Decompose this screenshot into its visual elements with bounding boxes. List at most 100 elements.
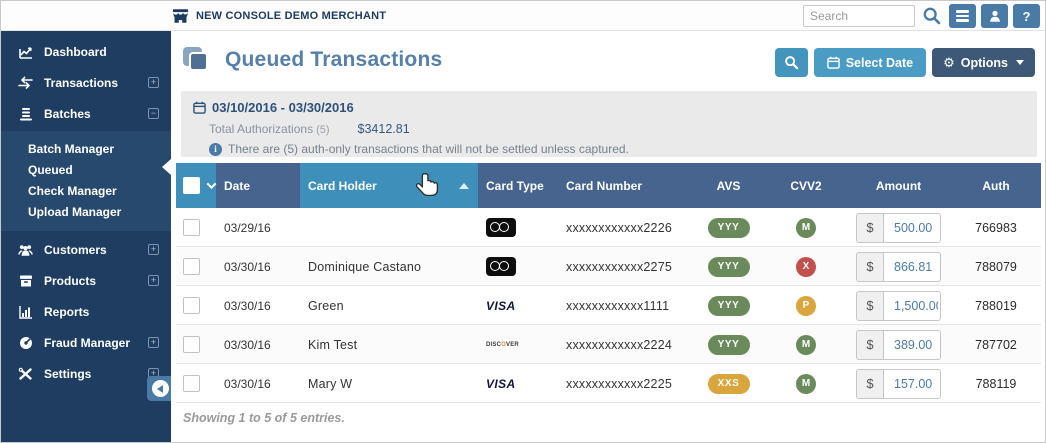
select-date-button[interactable]: Select Date	[813, 48, 927, 77]
user-icon	[988, 9, 1002, 23]
product-box-icon	[18, 274, 33, 288]
column-header-cvv2[interactable]: CVV2	[766, 163, 846, 208]
page-header: Queued Transactions Select Date ⚙ Option…	[183, 45, 1035, 79]
sidebar-item-check-manager[interactable]: Check Manager	[1, 180, 171, 201]
column-header-date[interactable]: Date	[216, 163, 300, 208]
currency-prefix: $	[856, 368, 883, 399]
total-authorizations-count: (5)	[316, 124, 330, 136]
card-type-logo: DISCOVER	[478, 325, 558, 364]
avs-badge: YYY	[707, 256, 750, 277]
merchant-brand: NEW CONSOLE DEMO MERCHANT	[172, 1, 386, 31]
storefront-icon	[172, 8, 189, 24]
app-window: NEW CONSOLE DEMO MERCHANT ?	[0, 0, 1046, 443]
sort-ascending-icon	[459, 183, 469, 189]
masked-card-number: xxxxxxxxxxxx2224	[566, 337, 673, 352]
expand-icon[interactable]: +	[148, 77, 159, 88]
top-right-controls: ?	[803, 4, 1040, 28]
sidebar: Dashboard Transactions + Batches − Batch…	[1, 31, 171, 442]
sidebar-item-label: Products	[44, 273, 97, 288]
column-header-avs[interactable]: AVS	[691, 163, 766, 208]
sidebar-item-queued[interactable]: Queued	[1, 159, 171, 180]
info-icon: i	[209, 142, 222, 156]
hamburger-icon	[956, 10, 969, 13]
row-checkbox[interactable]	[183, 297, 200, 314]
transaction-date: 03/30/16	[224, 298, 271, 313]
mastercard-logo	[486, 257, 516, 276]
help-button[interactable]: ?	[1013, 4, 1040, 28]
sidebar-item-settings[interactable]: Settings +	[1, 358, 171, 389]
gear-icon: ⚙	[943, 54, 955, 70]
masked-card-number: xxxxxxxxxxxx2225	[566, 376, 673, 391]
sidebar-item-customers[interactable]: Customers +	[1, 234, 171, 265]
amount-input[interactable]	[883, 212, 941, 243]
sidebar-item-batch-manager[interactable]: Batch Manager	[1, 138, 171, 159]
amount-input[interactable]	[883, 368, 941, 399]
summary-panel: 03/10/2016 - 03/30/2016 Total Authorizat…	[181, 91, 1037, 157]
row-checkbox[interactable]	[183, 375, 200, 392]
main-content: Queued Transactions Select Date ⚙ Option…	[171, 31, 1045, 442]
table-row: 03/30/16 Mary W VISA xxxxxxxxxxxx2225 XX…	[176, 364, 1041, 403]
amount-input-group: $	[856, 290, 941, 321]
expand-icon[interactable]: +	[148, 337, 159, 348]
table-header: Date Card Holder Card Type Card Number A…	[176, 163, 1041, 208]
chevron-down-icon[interactable]	[206, 179, 217, 190]
active-item-notch	[162, 159, 171, 175]
sidebar-item-products[interactable]: Products +	[1, 265, 171, 296]
row-checkbox[interactable]	[183, 336, 200, 353]
total-authorizations-amount: $3412.81	[357, 122, 410, 136]
search-icon[interactable]	[922, 6, 942, 26]
amount-input[interactable]	[883, 290, 941, 321]
column-header-auth[interactable]: Auth	[951, 163, 1041, 208]
sidebar-item-batches[interactable]: Batches −	[1, 98, 171, 129]
batch-stack-icon	[18, 107, 33, 121]
batches-submenu: Batch Manager Queued Check Manager Uploa…	[1, 131, 171, 231]
page-actions: Select Date ⚙ Options	[774, 48, 1035, 77]
sidebar-item-label: Customers	[44, 242, 107, 257]
sidebar-item-fraud-manager[interactable]: Fraud Manager +	[1, 327, 171, 358]
card-holder-name: Green	[308, 298, 344, 313]
table-search-button[interactable]	[774, 48, 808, 77]
options-button[interactable]: ⚙ Options	[932, 48, 1035, 77]
search-icon	[784, 55, 799, 70]
account-button[interactable]	[981, 4, 1008, 28]
visa-logo: VISA	[486, 376, 516, 391]
sidebar-item-upload-manager[interactable]: Upload Manager	[1, 201, 171, 222]
row-checkbox[interactable]	[183, 258, 200, 275]
page-title: Queued Transactions	[225, 48, 443, 71]
bar-chart-icon	[18, 305, 33, 319]
transaction-date: 03/30/16	[224, 337, 271, 352]
search-input[interactable]	[803, 5, 915, 27]
amount-input[interactable]	[883, 251, 941, 282]
collapse-section-icon[interactable]: −	[148, 108, 159, 119]
expand-icon[interactable]: +	[148, 275, 159, 286]
sidebar-item-reports[interactable]: Reports	[1, 296, 171, 327]
dashboard-chart-icon	[18, 45, 33, 59]
fraud-gauge-icon	[18, 336, 33, 350]
sidebar-item-label: Batches	[44, 106, 91, 121]
column-header-card-type[interactable]: Card Type	[478, 163, 558, 208]
select-all-checkbox[interactable]	[183, 177, 200, 194]
column-header-card-holder[interactable]: Card Holder	[300, 163, 478, 208]
card-type-logo: VISA	[478, 286, 558, 325]
sidebar-item-dashboard[interactable]: Dashboard	[1, 36, 171, 67]
amount-input[interactable]	[883, 329, 941, 360]
amount-input-group: $	[856, 212, 941, 243]
mastercard-logo	[486, 218, 516, 237]
date-range: 03/10/2016 - 03/30/2016	[212, 100, 354, 115]
expand-icon[interactable]: +	[148, 244, 159, 255]
column-header-amount[interactable]: Amount	[846, 163, 951, 208]
sidebar-item-transactions[interactable]: Transactions +	[1, 67, 171, 98]
row-checkbox[interactable]	[183, 219, 200, 236]
sidebar-item-label: Settings	[44, 366, 92, 381]
transaction-date: 03/30/16	[224, 259, 271, 274]
column-header-card-number[interactable]: Card Number	[558, 163, 691, 208]
card-holder-name: Mary W	[308, 376, 353, 391]
card-type-logo	[478, 208, 558, 247]
sidebar-item-label: Fraud Manager	[44, 335, 131, 350]
table-row: 03/30/16 Kim Test DISCOVER xxxxxxxxxxxx2…	[176, 325, 1041, 364]
users-icon	[18, 243, 33, 256]
menu-button[interactable]	[949, 4, 976, 28]
sidebar-item-label: Dashboard	[44, 44, 107, 59]
avs-badge: XXS	[707, 373, 750, 394]
card-type-logo	[478, 247, 558, 286]
